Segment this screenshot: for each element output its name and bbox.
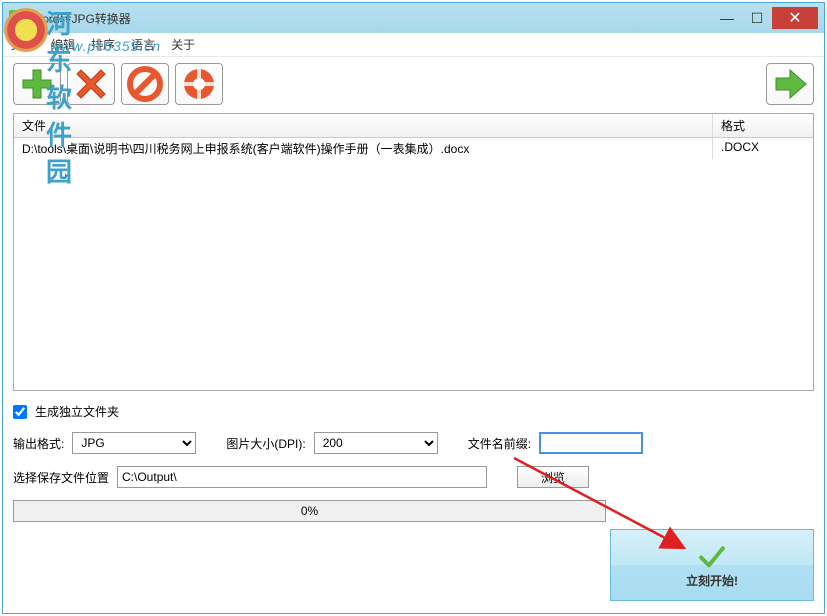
remove-file-button[interactable] (67, 63, 115, 105)
arrow-right-icon (772, 66, 808, 102)
no-entry-icon (127, 66, 163, 102)
progress-bar: 0% (13, 500, 606, 522)
menu-edit[interactable]: 编辑 (51, 36, 75, 53)
plus-icon (19, 66, 55, 102)
save-location-input[interactable] (117, 466, 487, 488)
file-list: 文件 格式 D:\tools\桌面\说明书\四川税务网上申报系统(客户端软件)操… (13, 113, 814, 391)
menu-file[interactable]: 文件 (11, 36, 35, 53)
titlebar: Word转JPG转换器 — ☐ ✕ (3, 3, 824, 33)
dpi-label: 图片大小(DPI): (226, 435, 305, 452)
app-icon (9, 10, 25, 26)
output-format-select[interactable]: JPG (72, 432, 196, 454)
save-location-label: 选择保存文件位置 (13, 469, 109, 486)
file-path-cell: D:\tools\桌面\说明书\四川税务网上申报系统(客户端软件)操作手册（一表… (14, 138, 713, 159)
window-title: Word转JPG转换器 (31, 10, 131, 27)
toolbar (3, 57, 824, 111)
menu-language[interactable]: 语言 (131, 36, 155, 53)
prefix-label: 文件名前缀: (468, 435, 531, 452)
file-row[interactable]: D:\tools\桌面\说明书\四川税务网上申报系统(客户端软件)操作手册（一表… (14, 138, 813, 160)
start-button-label: 立刻开始! (686, 572, 738, 589)
menu-about[interactable]: 关于 (171, 36, 195, 53)
next-button[interactable] (766, 63, 814, 105)
column-header-file[interactable]: 文件 (14, 114, 713, 137)
lifebuoy-icon (181, 66, 217, 102)
start-button[interactable]: 立刻开始! (610, 529, 814, 601)
progress-text: 0% (301, 504, 318, 518)
file-list-header: 文件 格式 (14, 114, 813, 138)
prefix-input[interactable] (539, 432, 643, 454)
x-icon (73, 66, 109, 102)
help-button[interactable] (175, 63, 223, 105)
close-button[interactable]: ✕ (772, 7, 818, 29)
file-list-body[interactable]: D:\tools\桌面\说明书\四川税务网上申报系统(客户端软件)操作手册（一表… (14, 138, 813, 390)
minimize-button[interactable]: — (712, 7, 742, 29)
add-file-button[interactable] (13, 63, 61, 105)
menu-sort[interactable]: 排序 (91, 36, 115, 53)
file-format-cell: .DOCX (713, 138, 813, 159)
output-format-label: 输出格式: (13, 435, 64, 452)
menubar: 文件 编辑 排序 语言 关于 (3, 33, 824, 57)
browse-button[interactable]: 浏览 (517, 466, 589, 488)
dpi-select[interactable]: 200 (314, 432, 438, 454)
maximize-button[interactable]: ☐ (742, 7, 772, 29)
create-folder-label: 生成独立文件夹 (35, 403, 119, 420)
column-header-format[interactable]: 格式 (713, 114, 813, 137)
options-panel: 生成独立文件夹 输出格式: JPG 图片大小(DPI): 200 文件名前缀: … (13, 403, 814, 522)
clear-list-button[interactable] (121, 63, 169, 105)
create-folder-checkbox[interactable] (13, 405, 27, 419)
checkmark-icon (698, 542, 726, 570)
